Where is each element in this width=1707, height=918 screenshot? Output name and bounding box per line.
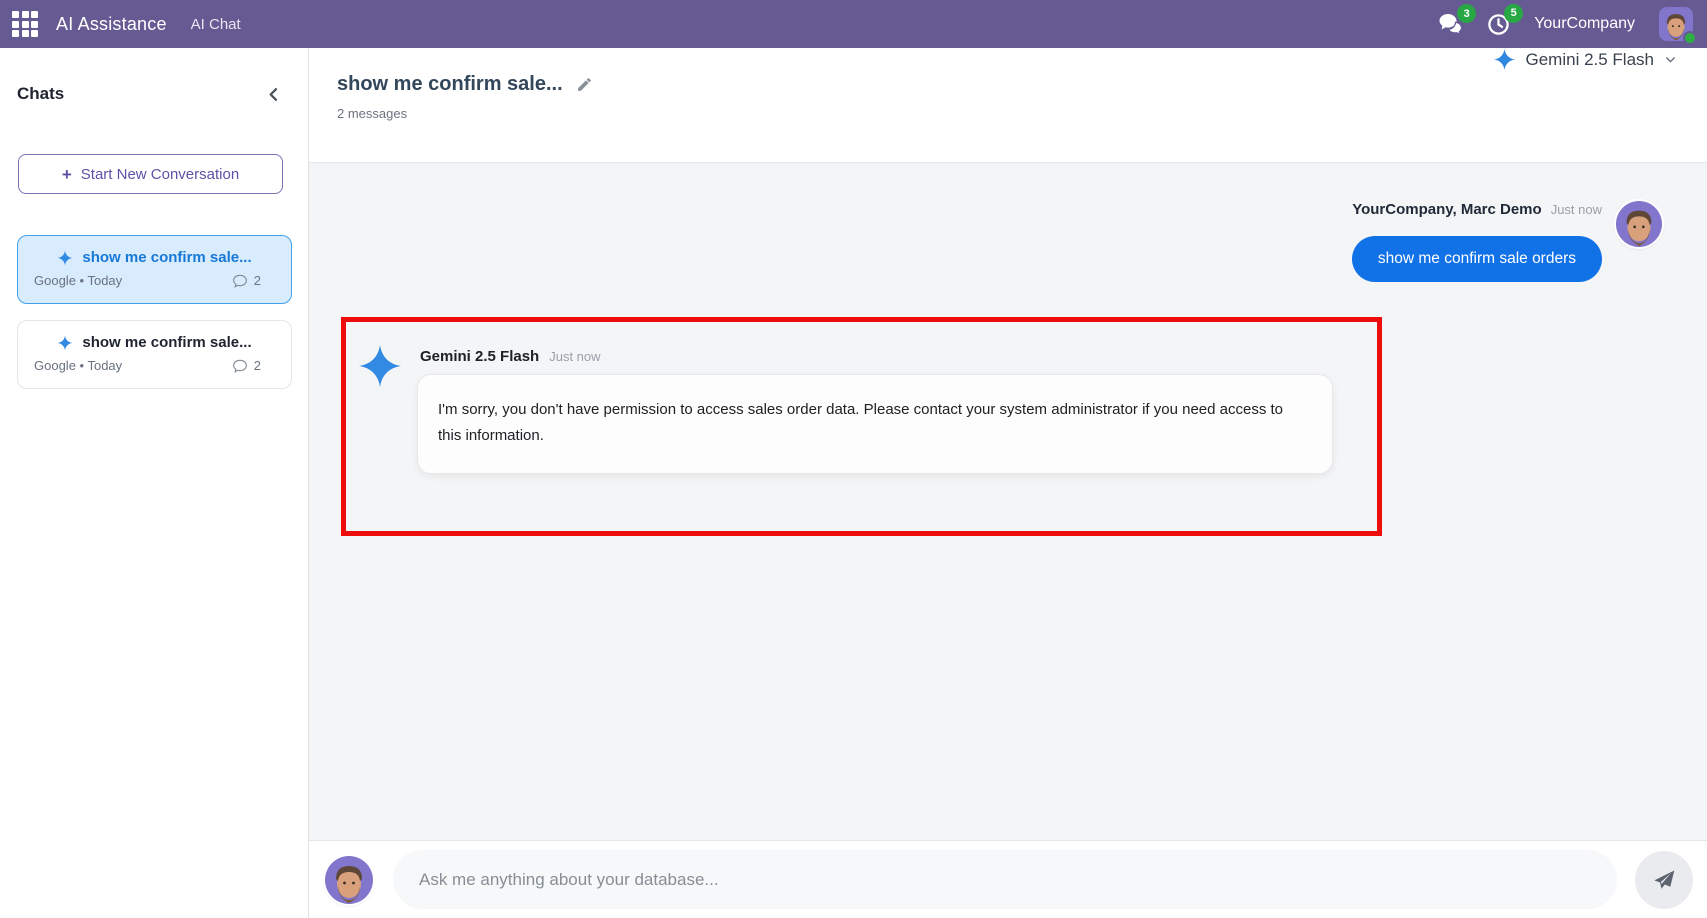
plus-icon: + (62, 166, 72, 183)
top-navbar: AI Assistance AI Chat 3 5 YourCompany (0, 0, 1707, 48)
gemini-sparkle-icon (358, 344, 402, 388)
messages-button[interactable]: 3 (1438, 13, 1463, 35)
chat-item-title: show me confirm sale... (82, 249, 251, 266)
app-name: AI Assistance (56, 14, 167, 35)
start-new-conversation-label: Start New Conversation (81, 166, 239, 183)
conversation-title: show me confirm sale... (337, 73, 563, 96)
message-input[interactable] (393, 850, 1617, 909)
messages-area: YourCompany, Marc Demo Just now show me … (309, 162, 1707, 840)
chevron-down-icon (1664, 53, 1677, 66)
chat-item-count: 2 (254, 273, 261, 288)
user-message-bubble: show me confirm sale orders (1352, 236, 1602, 282)
messages-badge: 3 (1457, 4, 1476, 23)
user-avatar (325, 856, 373, 904)
chat-list-item-1[interactable]: show me confirm sale... Google • Today 2 (17, 235, 292, 304)
start-new-conversation-button[interactable]: + Start New Conversation (18, 154, 283, 194)
chat-item-title: show me confirm sale... (82, 334, 251, 351)
assistant-message-bubble: I'm sorry, you don't have permission to … (417, 374, 1333, 474)
sparkle-icon (1493, 48, 1516, 71)
chat-item-meta: Google • Today (34, 358, 122, 373)
model-name: Gemini 2.5 Flash (1526, 50, 1655, 70)
app-window: AI Assistance AI Chat 3 5 YourCompany (0, 0, 1707, 918)
activities-button[interactable]: 5 (1487, 13, 1510, 36)
sparkle-icon (57, 250, 73, 266)
user-message-time: Just now (1551, 202, 1602, 217)
message-count-label: 2 messages (337, 106, 1707, 121)
composer-bar (309, 840, 1707, 918)
sidebar-title: Chats (17, 84, 64, 104)
paper-plane-icon (1651, 867, 1677, 893)
user-message: YourCompany, Marc Demo Just now show me … (1352, 201, 1662, 282)
activities-badge: 5 (1504, 4, 1523, 23)
apps-menu-button[interactable] (12, 11, 38, 37)
message-count-icon (232, 274, 248, 288)
apps-grid-icon (12, 11, 38, 37)
rename-conversation-button[interactable] (576, 76, 593, 93)
model-selector[interactable]: Gemini 2.5 Flash (1493, 48, 1678, 71)
company-name: YourCompany (1534, 15, 1635, 33)
sparkle-icon (57, 335, 73, 351)
chats-sidebar: Chats + Start New Conversation show me c… (0, 48, 309, 918)
chat-item-count: 2 (254, 358, 261, 373)
user-message-author: YourCompany, Marc Demo (1352, 201, 1541, 218)
assistant-message-author: Gemini 2.5 Flash (420, 348, 539, 365)
send-button[interactable] (1635, 851, 1693, 909)
chat-item-meta: Google • Today (34, 273, 122, 288)
user-avatar (1616, 201, 1662, 247)
chat-list-item-2[interactable]: show me confirm sale... Google • Today 2 (17, 320, 292, 389)
user-menu-button[interactable] (1659, 7, 1693, 41)
pencil-icon (576, 76, 593, 93)
online-status-dot (1683, 31, 1697, 45)
assistant-message-time: Just now (549, 349, 600, 364)
message-count-icon (232, 359, 248, 373)
chevron-left-icon (265, 86, 282, 103)
collapse-sidebar-button[interactable] (265, 86, 282, 103)
nav-item-ai-chat[interactable]: AI Chat (185, 2, 247, 47)
assistant-message-highlight-box: Gemini 2.5 Flash Just now I'm sorry, you… (341, 317, 1382, 536)
